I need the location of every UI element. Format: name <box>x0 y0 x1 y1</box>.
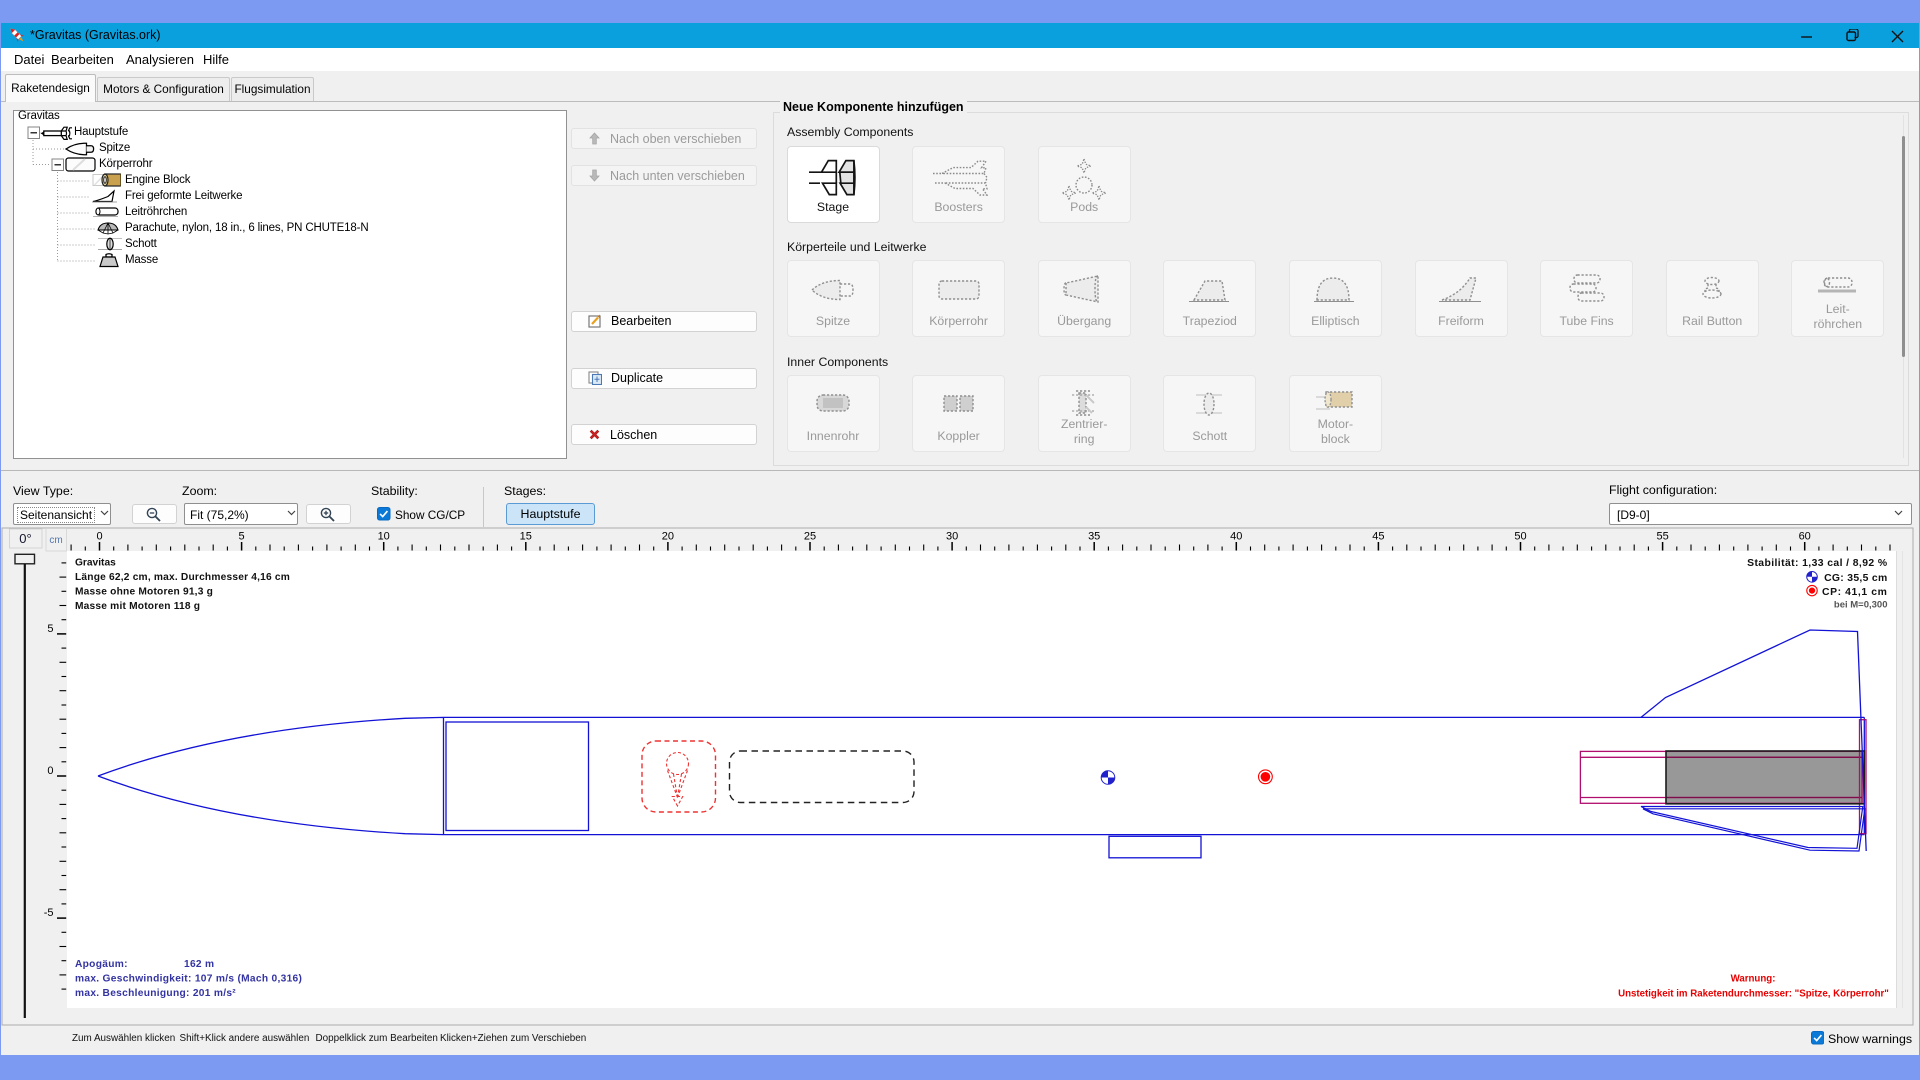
svg-text:Stabilität: 1,33 cal / 8,92 %: Stabilität: 1,33 cal / 8,92 % <box>1747 558 1887 569</box>
svg-text:Warnung:: Warnung: <box>1731 974 1776 985</box>
svg-text:CP: 41,1 cm: CP: 41,1 cm <box>1822 587 1888 598</box>
svg-text:30: 30 <box>946 531 958 543</box>
svg-text:162 m: 162 m <box>184 959 214 970</box>
svg-text:cm: cm <box>49 535 62 546</box>
svg-text:CG: 35,5 cm: CG: 35,5 cm <box>1824 573 1887 584</box>
svg-text:5: 5 <box>47 623 53 635</box>
svg-text:0: 0 <box>96 531 102 543</box>
svg-text:15: 15 <box>520 531 532 543</box>
svg-text:5: 5 <box>239 531 245 543</box>
svg-text:Masse ohne Motoren 91,3 g: Masse ohne Motoren 91,3 g <box>75 587 213 598</box>
svg-text:Gravitas: Gravitas <box>75 558 116 569</box>
svg-text:Masse mit Motoren 118 g: Masse mit Motoren 118 g <box>75 601 200 612</box>
svg-text:Länge 62,2 cm, max. Durchmesse: Länge 62,2 cm, max. Durchmesser 4,16 cm <box>75 572 290 583</box>
svg-text:bei M=0,300: bei M=0,300 <box>1834 600 1888 611</box>
svg-text:25: 25 <box>804 531 816 543</box>
svg-text:Apogäum:: Apogäum: <box>75 959 128 970</box>
svg-text:55: 55 <box>1656 531 1668 543</box>
svg-text:-5: -5 <box>44 907 54 919</box>
svg-text:40: 40 <box>1230 531 1242 543</box>
svg-text:50: 50 <box>1514 531 1526 543</box>
svg-text:max. Beschleunigung: 201 m/s²: max. Beschleunigung: 201 m/s² <box>75 988 236 999</box>
svg-text:35: 35 <box>1088 531 1100 543</box>
svg-text:20: 20 <box>662 531 674 543</box>
svg-text:max. Geschwindigkeit: 107 m/s: max. Geschwindigkeit: 107 m/s (Mach 0,31… <box>75 973 302 984</box>
svg-text:0°: 0° <box>19 531 31 546</box>
svg-text:10: 10 <box>378 531 390 543</box>
svg-text:60: 60 <box>1799 531 1811 543</box>
svg-text:Unstetigkeit im Raketendurchme: Unstetigkeit im Raketendurchmesser: "Spi… <box>1618 989 1889 1000</box>
svg-text:0: 0 <box>47 765 53 777</box>
svg-text:45: 45 <box>1372 531 1384 543</box>
